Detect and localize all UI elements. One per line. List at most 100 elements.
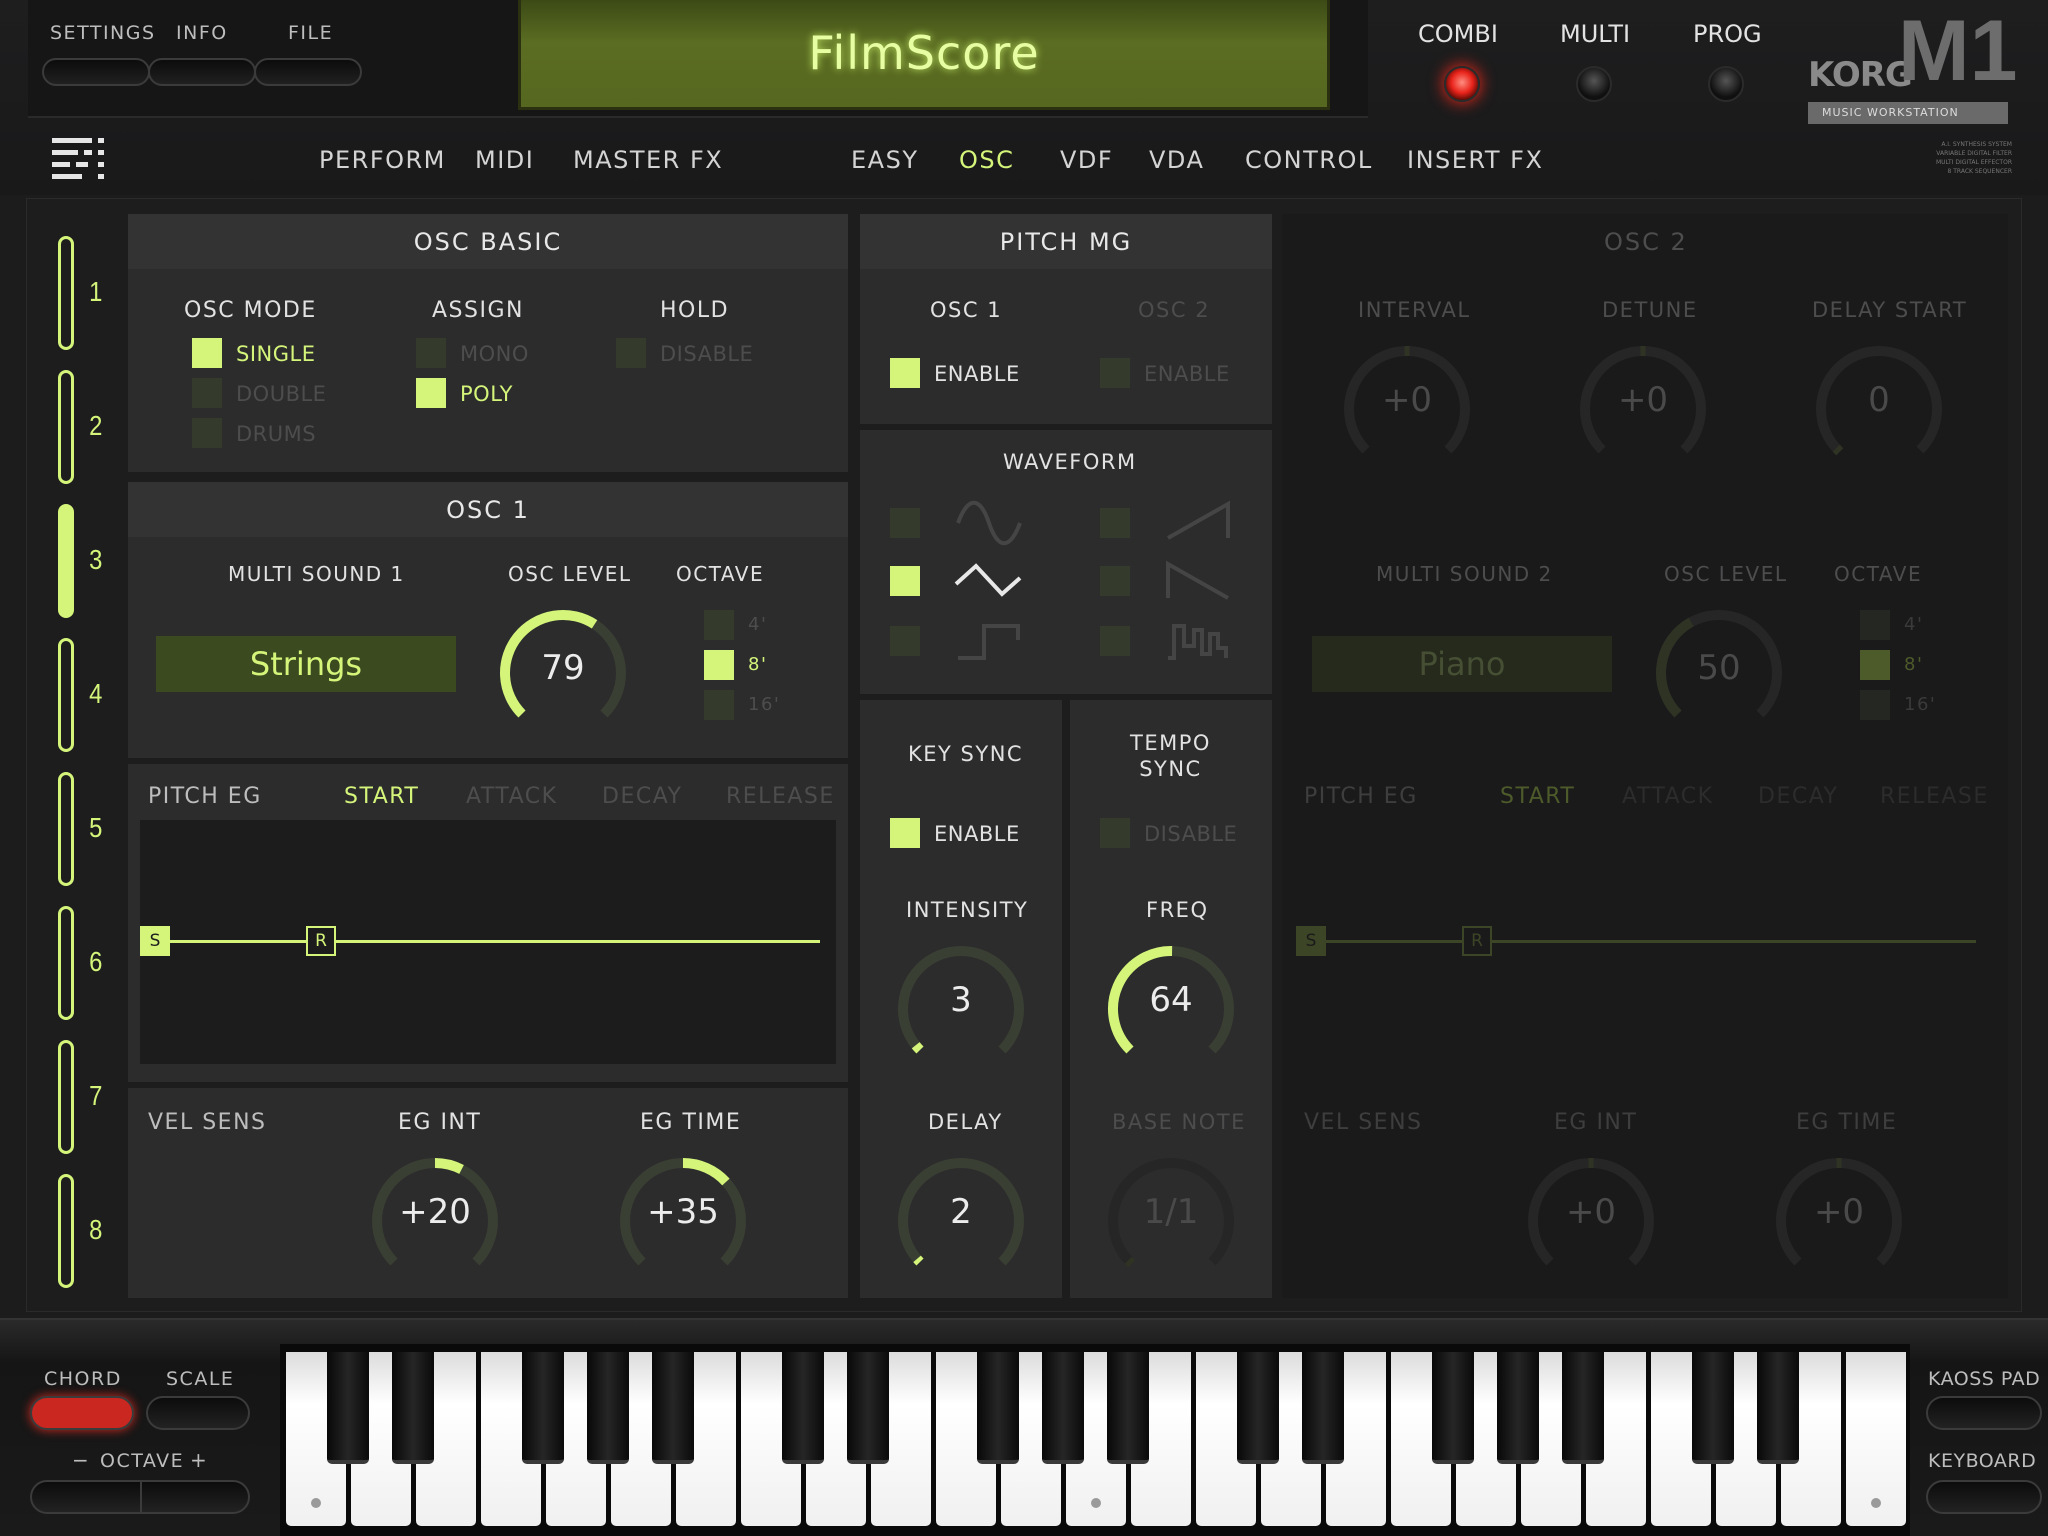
black-key[interactable] [1692, 1352, 1734, 1464]
black-key[interactable] [1302, 1352, 1344, 1464]
black-key[interactable] [392, 1352, 434, 1464]
pitch-eg-node-s[interactable]: S [140, 926, 170, 956]
octave-down-button[interactable] [30, 1480, 142, 1514]
lcd-display[interactable]: FilmScore [518, 0, 1330, 110]
slot-7[interactable] [58, 1040, 74, 1154]
info-button[interactable] [148, 58, 256, 86]
white-key[interactable] [1846, 1352, 1906, 1526]
delay-start-knob[interactable]: 0 [1804, 334, 1954, 484]
file-button[interactable] [254, 58, 362, 86]
osc2-pitch-eg-tab-attack[interactable]: ATTACK [1622, 784, 1714, 809]
slot-8[interactable] [58, 1174, 74, 1288]
pitch-eg-tab-attack[interactable]: ATTACK [466, 784, 558, 809]
black-key[interactable] [1237, 1352, 1279, 1464]
combi-led-button[interactable] [1444, 66, 1480, 102]
osc2-level-knob[interactable]: 50 [1644, 598, 1794, 748]
osc2-pitch-eg-node-s[interactable]: S [1296, 926, 1326, 956]
osc2-eg-int-knob[interactable]: +0 [1516, 1146, 1666, 1296]
pitch-eg-tab-start[interactable]: START [344, 784, 419, 809]
black-key[interactable] [977, 1352, 1019, 1464]
hold-checkbox[interactable] [616, 338, 646, 368]
tab-midi[interactable]: MIDI [475, 146, 534, 174]
tempo-sync-checkbox[interactable] [1100, 818, 1130, 848]
slot-4[interactable] [58, 638, 74, 752]
mono-checkbox[interactable] [416, 338, 446, 368]
waveform-random-checkbox[interactable] [1100, 626, 1130, 656]
settings-button[interactable] [42, 58, 150, 86]
black-key[interactable] [1042, 1352, 1084, 1464]
poly-checkbox[interactable] [416, 378, 446, 408]
prog-led-button[interactable] [1708, 66, 1744, 102]
key-sync-checkbox[interactable] [890, 818, 920, 848]
scale-button[interactable] [146, 1396, 250, 1430]
black-key[interactable] [652, 1352, 694, 1464]
osc2-pitch-eg-tab-start[interactable]: START [1500, 784, 1575, 809]
detune-knob[interactable]: +0 [1568, 334, 1718, 484]
octave-8-checkbox[interactable] [704, 650, 734, 680]
osc2-octave-8-checkbox[interactable] [1860, 650, 1890, 680]
tab-vdf[interactable]: VDF [1060, 146, 1113, 174]
osc2-octave-16-checkbox[interactable] [1860, 690, 1890, 720]
slot-2[interactable] [58, 370, 74, 484]
multi-sound-2-selector[interactable]: Piano [1312, 636, 1612, 692]
slot-6[interactable] [58, 906, 74, 1020]
double-checkbox[interactable] [192, 378, 222, 408]
pitch-eg-node-r[interactable]: R [306, 926, 336, 956]
tab-master-fx[interactable]: MASTER FX [573, 146, 723, 174]
waveform-saw-up-checkbox[interactable] [1100, 508, 1130, 538]
chord-button[interactable] [30, 1396, 134, 1430]
multi-led-button[interactable] [1576, 66, 1612, 102]
pitch-eg-graph[interactable]: S R [140, 820, 836, 1064]
keyboard-button[interactable] [1926, 1480, 2042, 1514]
pitch-eg-tab-release[interactable]: RELEASE [726, 784, 835, 809]
slot-3[interactable] [58, 504, 74, 618]
pitch-mg-osc1-enable-checkbox[interactable] [890, 358, 920, 388]
tab-osc[interactable]: OSC [959, 146, 1014, 174]
black-key[interactable] [1432, 1352, 1474, 1464]
delay-knob[interactable]: 2 [886, 1146, 1036, 1296]
black-key[interactable] [327, 1352, 369, 1464]
black-key[interactable] [1107, 1352, 1149, 1464]
octave-up-button[interactable] [140, 1480, 250, 1514]
intensity-knob[interactable]: 3 [886, 934, 1036, 1084]
tab-vda[interactable]: VDA [1149, 146, 1204, 174]
osc2-pitch-eg-tab-decay[interactable]: DECAY [1758, 784, 1838, 809]
pitch-mg-osc2-enable-checkbox[interactable] [1100, 358, 1130, 388]
interval-knob[interactable]: +0 [1332, 334, 1482, 484]
black-key[interactable] [782, 1352, 824, 1464]
black-key[interactable] [1562, 1352, 1604, 1464]
osc1-level-knob[interactable]: 79 [488, 598, 638, 748]
osc2-pitch-eg-node-r[interactable]: R [1462, 926, 1492, 956]
eg-int-knob[interactable]: +20 [360, 1146, 510, 1296]
waveform-saw-down-checkbox[interactable] [1100, 566, 1130, 596]
black-key[interactable] [1497, 1352, 1539, 1464]
osc2-octave-4-checkbox[interactable] [1860, 610, 1890, 640]
multi-sound-1-selector[interactable]: Strings [156, 636, 456, 692]
single-checkbox[interactable] [192, 338, 222, 368]
black-key[interactable] [587, 1352, 629, 1464]
tab-easy[interactable]: EASY [851, 146, 918, 174]
tab-insert-fx[interactable]: INSERT FX [1407, 146, 1543, 174]
slot-1[interactable] [58, 236, 74, 350]
osc2-eg-time-knob[interactable]: +0 [1764, 1146, 1914, 1296]
waveform-sine-checkbox[interactable] [890, 508, 920, 538]
drums-checkbox[interactable] [192, 418, 222, 448]
waveform-square-checkbox[interactable] [890, 626, 920, 656]
osc2-pitch-eg-graph[interactable]: S R [1296, 820, 1992, 1064]
freq-knob[interactable]: 64 [1096, 934, 1246, 1084]
black-key[interactable] [1757, 1352, 1799, 1464]
osc2-pitch-eg-tab-release[interactable]: RELEASE [1880, 784, 1989, 809]
black-key[interactable] [522, 1352, 564, 1464]
base-note-knob[interactable]: 1/1 [1096, 1146, 1246, 1296]
tab-control[interactable]: CONTROL [1245, 146, 1373, 174]
octave-16-checkbox[interactable] [704, 690, 734, 720]
waveform-triangle-checkbox[interactable] [890, 566, 920, 596]
slot-5[interactable] [58, 772, 74, 886]
kaoss-pad-button[interactable] [1926, 1396, 2042, 1430]
eg-time-knob[interactable]: +35 [608, 1146, 758, 1296]
pitch-eg-tab-decay[interactable]: DECAY [602, 784, 682, 809]
list-menu-icon[interactable] [52, 138, 108, 180]
black-key[interactable] [847, 1352, 889, 1464]
octave-4-checkbox[interactable] [704, 610, 734, 640]
tab-perform[interactable]: PERFORM [319, 146, 446, 174]
